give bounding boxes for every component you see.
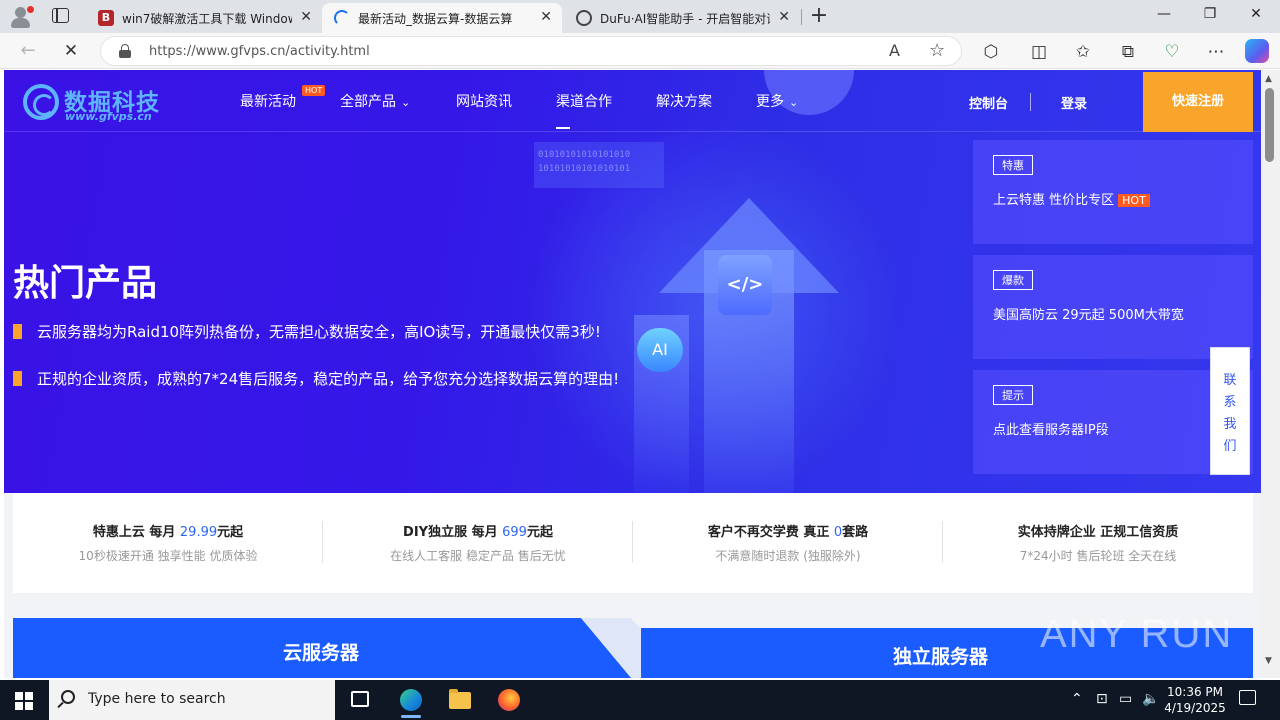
windows-taskbar: Type here to search ⌃ ⊡ ▭ 🔈 10:36 PM 4/1… (0, 680, 1280, 720)
tray-chevron-up-icon[interactable]: ⌃ (1071, 691, 1083, 707)
nav-channel-partners[interactable]: 渠道合作 (556, 91, 612, 111)
tab-activity[interactable]: 最新活动_数据云算-数据云算 ✕ (322, 3, 562, 33)
feature-item: 实体持牌企业 正规工信资质 7*24小时 售后轮班 全天在线 (1017, 525, 1179, 563)
login-link[interactable]: 登录 (1061, 93, 1087, 112)
promo-text: 上云特惠 性价比专区 HOT (993, 189, 1150, 208)
chevron-down-icon: ⌄ (401, 96, 411, 109)
taskbar-clock[interactable]: 10:36 PM 4/19/2025 (1160, 684, 1230, 716)
new-tab-button[interactable]: + (808, 3, 830, 28)
browser-tab-strip: B win7破解激活工具下载 Windows7 ✕ 最新活动_数据云算-数据云算… (0, 0, 1280, 33)
red-b-icon: B (98, 10, 114, 26)
binary-decoration: 01010101010101010 10101010101010101 (534, 142, 664, 188)
close-tab-icon[interactable]: ✕ (778, 9, 790, 25)
close-window-button[interactable]: ✕ (1246, 6, 1266, 22)
feature-item: 特惠上云 每月 29.99元起 10秒极速开通 独享性能 优质体验 (13, 493, 323, 593)
firefox-icon[interactable] (498, 689, 520, 711)
close-tab-icon[interactable]: ✕ (540, 9, 552, 25)
tab-separator (801, 9, 802, 25)
tab-dufu-ai[interactable]: DuFu·AI智能助手 - 开启智能对话 ✕ (564, 3, 800, 33)
search-placeholder: Type here to search (88, 691, 226, 707)
more-options-icon[interactable]: ⋯ (1205, 42, 1227, 62)
promo-tag: 特惠 (993, 155, 1033, 175)
hero-feature-line: 正规的企业资质，成熟的7*24售后服务，稳定的产品，给予您充分选择数据云算的理由… (13, 368, 619, 389)
hero-banner: 01010101010101010 10101010101010101 </> … (4, 70, 1261, 493)
windows-start-icon[interactable] (15, 692, 33, 710)
promo-text: 点此查看服务器IP段 (993, 423, 1109, 438)
ai-cloud-icon: AI (637, 328, 683, 372)
hot-badge: HOT (302, 85, 326, 96)
logo-icon[interactable] (23, 84, 59, 120)
network-status-icon[interactable]: ⊡ (1096, 691, 1108, 707)
tab-title: win7破解激活工具下载 Windows7 (122, 12, 292, 26)
promo-card-special[interactable]: 特惠 上云特惠 性价比专区 HOT (973, 140, 1253, 244)
volume-icon[interactable]: 🔈 (1142, 691, 1159, 707)
tab-cloud-server-label[interactable]: 云服务器 (283, 638, 359, 665)
logo-url: www.gfvps.cn (65, 110, 152, 123)
close-tab-icon[interactable]: ✕ (300, 9, 312, 25)
address-bar[interactable]: https://www.gfvps.cn/activity.html A ☆ (100, 36, 962, 66)
openai-icon (576, 10, 592, 26)
profile-avatar-icon[interactable] (8, 4, 34, 30)
nav-news[interactable]: 网站资讯 (456, 91, 512, 111)
edge-icon[interactable] (400, 689, 422, 711)
favorite-star-icon[interactable]: ☆ (929, 40, 945, 61)
bullet-icon (13, 371, 22, 386)
hero-feature-line: 云服务器均为Raid10阵列热备份，无需担心数据安全，高IO读写，开通最快仅需3… (13, 321, 601, 342)
monitor-icon[interactable]: ▭ (1119, 691, 1132, 707)
promo-tag: 爆款 (993, 270, 1033, 290)
copilot-icon[interactable] (1245, 39, 1269, 63)
url-text[interactable]: https://www.gfvps.cn/activity.html (149, 44, 370, 59)
lock-icon[interactable] (119, 44, 131, 58)
address-toolbar: ← ✕ https://www.gfvps.cn/activity.html A… (0, 33, 1280, 69)
active-nav-indicator (556, 127, 570, 129)
task-view-icon[interactable] (351, 691, 369, 707)
chevron-down-icon: ⌄ (789, 96, 799, 109)
tab-title: DuFu·AI智能助手 - 开启智能对话 (600, 12, 770, 26)
divider (1030, 93, 1031, 111)
nav-solutions[interactable]: 解决方案 (656, 91, 712, 111)
search-icon (61, 690, 75, 704)
console-link[interactable]: 控制台 (969, 93, 1008, 112)
site-header: 数掘科技 www.gfvps.cn 最新活动 HOT 全部产品 ⌄ 网站资讯 渠道… (4, 70, 1261, 132)
collections-icon[interactable]: ⧉ (1117, 42, 1139, 62)
contact-us-button[interactable]: 联 系 我 们 (1210, 347, 1250, 475)
extensions-icon[interactable]: ⬡ (980, 42, 1002, 62)
back-button[interactable]: ← (18, 40, 38, 61)
web-page: 01010101010101010 10101010101010101 </> … (4, 70, 1261, 678)
bullet-icon (13, 324, 22, 339)
promo-tag: 提示 (993, 385, 1033, 405)
anyrun-watermark: ANY RUN (1040, 612, 1234, 656)
restore-button[interactable]: ❐ (1200, 6, 1220, 22)
tab-actions-icon[interactable] (52, 8, 69, 23)
tab-title: 最新活动_数据云算-数据云算 (358, 12, 513, 26)
favorites-icon[interactable]: ✩ (1072, 42, 1094, 62)
promo-card-hot-item[interactable]: 爆款 美国高防云 29元起 500M大带宽 (973, 255, 1253, 359)
taskbar-search-box[interactable]: Type here to search (49, 680, 335, 720)
scrollbar-thumb[interactable] (1265, 88, 1274, 162)
feature-item: 客户不再交学费 真正 0套路 不满意随时退款 (独服除外) (633, 493, 943, 593)
stop-loading-button[interactable]: ✕ (61, 41, 81, 61)
nav-all-products[interactable]: 全部产品 ⌄ (340, 91, 410, 111)
nav-latest-activity[interactable]: 最新活动 (240, 91, 296, 111)
scroll-up-arrow-icon[interactable]: ▲ (1265, 74, 1272, 84)
performance-icon[interactable]: ♡ (1161, 42, 1183, 62)
split-screen-icon[interactable]: ◫ (1028, 42, 1050, 62)
hero-title: 热门产品 (13, 263, 158, 304)
promo-text: 美国高防云 29元起 500M大带宽 (993, 308, 1184, 323)
hot-badge: HOT (1118, 194, 1150, 207)
feature-strip: 特惠上云 每月 29.99元起 10秒极速开通 独享性能 优质体验 DIY独立服… (13, 493, 1253, 593)
tab-dedicated-server-label[interactable]: 独立服务器 (893, 642, 988, 669)
file-explorer-icon[interactable] (449, 689, 471, 709)
register-button[interactable]: 快速注册 (1143, 72, 1253, 132)
notification-center-icon[interactable] (1239, 690, 1256, 705)
loading-spinner-icon (334, 10, 350, 26)
feature-item: DIY独立服 每月 699元起 在线人工客服 稳定产品 售后无忧 (323, 493, 633, 593)
minimize-button[interactable]: — (1154, 6, 1174, 22)
code-icon: </> (718, 255, 772, 315)
read-aloud-icon[interactable]: A (889, 41, 900, 60)
nav-more[interactable]: 更多 ⌄ (756, 91, 798, 111)
scroll-down-arrow-icon[interactable]: ▼ (1265, 656, 1272, 666)
tab-win7[interactable]: B win7破解激活工具下载 Windows7 ✕ (86, 3, 322, 33)
